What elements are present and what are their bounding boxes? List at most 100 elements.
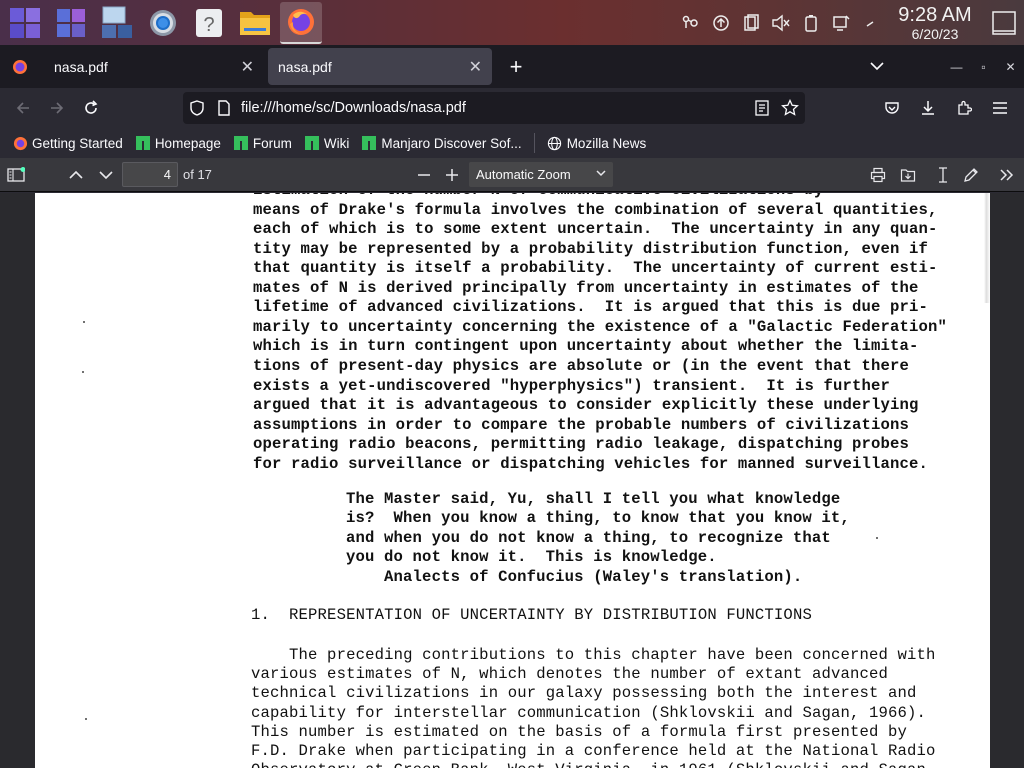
text-line: The Master said, Yu, shall I tell you wh… bbox=[346, 490, 841, 508]
tools-menu-icon[interactable] bbox=[993, 162, 1021, 188]
text-line: capability for interstellar communicatio… bbox=[251, 703, 927, 722]
zoom-out-icon[interactable] bbox=[410, 162, 438, 188]
scan-speck bbox=[82, 371, 84, 373]
system-tray: 9:28 AM 6/20/23 bbox=[676, 0, 1024, 45]
bookmark-homepage[interactable]: Homepage bbox=[135, 135, 221, 151]
tab-label: nasa.pdf bbox=[278, 58, 332, 75]
close-tab-icon[interactable]: ✕ bbox=[469, 57, 482, 77]
text-line: exists a yet-undiscovered "hyperphysics"… bbox=[253, 376, 891, 395]
volume-muted-icon[interactable] bbox=[766, 8, 796, 38]
kde-connect-icon[interactable] bbox=[676, 8, 706, 38]
section-heading: 1. REPRESENTATION OF UNCERTAINTY BY DIST… bbox=[251, 606, 812, 624]
bookmark-star-icon[interactable] bbox=[781, 99, 799, 117]
tracking-protection-icon[interactable] bbox=[189, 100, 205, 116]
text-line: Analects of Confucius (Waley's translati… bbox=[346, 567, 803, 586]
text-line: is? When you know a thing, to know that … bbox=[346, 509, 850, 528]
zoom-select[interactable]: Automatic Zoom bbox=[469, 162, 613, 187]
text-line: tity may be represented by a probability… bbox=[253, 239, 929, 258]
text-line: This number is estimated on the basis of… bbox=[251, 722, 908, 741]
list-all-tabs-icon[interactable] bbox=[866, 55, 888, 77]
firefox-icon[interactable] bbox=[280, 1, 322, 44]
clipboard-icon[interactable] bbox=[736, 8, 766, 38]
draw-tool-icon[interactable] bbox=[957, 162, 985, 188]
page-total-label: of 17 bbox=[183, 167, 212, 182]
forward-button[interactable] bbox=[40, 92, 74, 124]
navigation-toolbar: file:///home/sc/Downloads/nasa.pdf bbox=[0, 88, 1024, 128]
clock[interactable]: 9:28 AM 6/20/23 bbox=[890, 5, 980, 41]
bookmark-mozilla-news[interactable]: Mozilla News bbox=[547, 135, 647, 151]
pocket-icon[interactable] bbox=[874, 92, 910, 124]
text-line: means of Drake's formula involves the co… bbox=[253, 200, 938, 219]
tab-nasa-pdf-1[interactable]: nasa.pdf ✕ bbox=[0, 48, 264, 85]
tab-nasa-pdf-2[interactable]: nasa.pdf ✕ bbox=[268, 48, 492, 85]
app-launcher-icon[interactable] bbox=[4, 2, 46, 44]
update-icon[interactable] bbox=[706, 8, 736, 38]
bookmark-forum[interactable]: Forum bbox=[233, 135, 292, 151]
new-tab-button[interactable]: + bbox=[500, 51, 532, 83]
pdf-toolbar: of 17 Automatic Zoom bbox=[0, 158, 1024, 192]
bookmark-label: Homepage bbox=[154, 135, 221, 151]
extensions-icon[interactable] bbox=[946, 92, 982, 124]
chevron-down-icon bbox=[595, 166, 607, 183]
svg-text:?: ? bbox=[203, 14, 214, 36]
text-line: The preceding contributions to this chap… bbox=[251, 646, 936, 664]
show-desktop-icon[interactable] bbox=[984, 8, 1024, 38]
reader-view-icon[interactable] bbox=[755, 100, 769, 116]
battery-icon[interactable] bbox=[796, 8, 826, 38]
maximize-icon[interactable]: ▫ bbox=[970, 60, 997, 74]
bookmark-manjaro-discover[interactable]: Manjaro Discover Sof... bbox=[361, 135, 522, 151]
previous-page-icon[interactable] bbox=[62, 162, 90, 188]
page-scan-edge bbox=[984, 193, 990, 303]
virtual-desktops-icon[interactable] bbox=[96, 2, 138, 44]
firefox-icon bbox=[12, 135, 28, 151]
text-line: F.D. Drake when participating in a confe… bbox=[251, 742, 936, 760]
bookmark-label: Forum bbox=[252, 135, 292, 151]
text-line: technical civilizations in our galaxy po… bbox=[251, 684, 917, 703]
page-number-input[interactable] bbox=[122, 162, 178, 187]
display-config-icon[interactable] bbox=[826, 8, 856, 38]
file-manager-icon[interactable] bbox=[234, 2, 276, 44]
text-line: Estimation of the number N of communicat… bbox=[253, 193, 823, 199]
downloads-icon[interactable] bbox=[910, 92, 946, 124]
bookmarks-toolbar: Getting Started Homepage Forum Wiki Manj… bbox=[0, 128, 1024, 158]
bookmark-wiki[interactable]: Wiki bbox=[304, 135, 350, 151]
sidebar-toggle-icon[interactable] bbox=[2, 162, 30, 188]
page-info-icon[interactable] bbox=[217, 100, 231, 116]
bookmark-label: Mozilla News bbox=[566, 135, 647, 151]
close-tab-icon[interactable]: ✕ bbox=[241, 57, 254, 77]
pdf-viewer[interactable]: Estimation of the number N of communicat… bbox=[0, 193, 1024, 768]
print-icon[interactable] bbox=[864, 162, 892, 188]
reload-button[interactable] bbox=[74, 92, 108, 124]
bookmark-label: Wiki bbox=[323, 135, 350, 151]
bookmark-label: Manjaro Discover Sof... bbox=[381, 135, 522, 151]
pdf-page: Estimation of the number N of communicat… bbox=[35, 193, 990, 768]
text-line: you do not know it. This is knowledge. bbox=[346, 548, 717, 567]
back-button[interactable] bbox=[6, 92, 40, 124]
url-bar[interactable]: file:///home/sc/Downloads/nasa.pdf bbox=[183, 92, 805, 124]
text-line: assumptions in order to compare the prob… bbox=[253, 415, 910, 434]
text-line: Observatory at Green Bank, West Virginia… bbox=[251, 761, 936, 768]
save-icon[interactable] bbox=[894, 162, 922, 188]
text-line: various estimates of N, which denotes th… bbox=[251, 665, 889, 684]
text-line: tions of present-day physics are absolut… bbox=[253, 356, 910, 375]
minimize-icon[interactable]: — bbox=[943, 60, 970, 74]
bookmark-getting-started[interactable]: Getting Started bbox=[12, 135, 123, 151]
tab-label: nasa.pdf bbox=[54, 58, 108, 75]
manjaro-icon bbox=[304, 135, 320, 151]
expand-tray-icon[interactable] bbox=[856, 8, 886, 38]
manjaro-icon bbox=[233, 135, 249, 151]
menu-icon[interactable] bbox=[982, 92, 1018, 124]
help-icon[interactable]: ? bbox=[188, 2, 230, 44]
settings-grid-icon[interactable] bbox=[50, 2, 92, 44]
text-line: and when you do not know a thing, to rec… bbox=[346, 528, 831, 547]
close-window-icon[interactable]: ✕ bbox=[997, 60, 1024, 74]
bookmark-separator bbox=[533, 133, 535, 153]
next-page-icon[interactable] bbox=[92, 162, 120, 188]
chromium-icon[interactable] bbox=[142, 2, 184, 44]
text-tool-icon[interactable] bbox=[929, 162, 957, 188]
bookmark-label: Getting Started bbox=[32, 135, 123, 151]
tab-bar: nasa.pdf ✕ nasa.pdf ✕ + — ▫ ✕ bbox=[0, 45, 1024, 88]
manjaro-icon bbox=[361, 135, 377, 151]
zoom-in-icon[interactable] bbox=[438, 162, 466, 188]
text-line: marily to uncertainty concerning the exi… bbox=[253, 317, 948, 336]
